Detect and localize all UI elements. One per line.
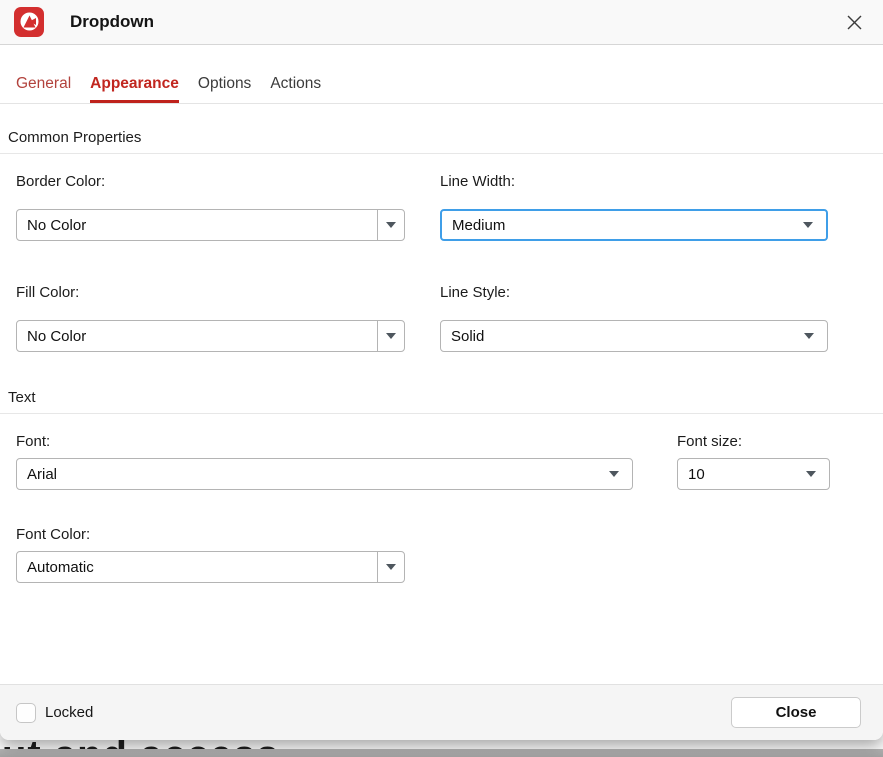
tab-appearance[interactable]: Appearance	[90, 75, 179, 103]
dialog-footer: Locked Close	[0, 684, 883, 740]
dropdown-properties-dialog: Dropdown General Appearance Options Acti…	[0, 0, 883, 740]
divider	[0, 153, 883, 154]
border-color-dropdown[interactable]: No Color	[16, 209, 405, 241]
chevron-down-icon	[804, 333, 827, 339]
font-label: Font:	[16, 433, 633, 450]
chevron-down-icon[interactable]	[377, 321, 404, 351]
fill-color-dropdown[interactable]: No Color	[16, 320, 405, 352]
close-button[interactable]: Close	[731, 697, 861, 728]
border-color-label: Border Color:	[16, 173, 405, 190]
font-color-dropdown[interactable]: Automatic	[16, 551, 405, 583]
chevron-down-icon[interactable]	[377, 552, 404, 582]
background-page-sliver: ut and access	[0, 739, 883, 757]
dialog-titlebar: Dropdown	[0, 0, 883, 45]
background-toolbar-strip	[0, 749, 883, 757]
font-color-label: Font Color:	[16, 526, 405, 543]
chevron-down-icon	[806, 471, 829, 477]
line-width-dropdown[interactable]: Medium	[440, 209, 828, 241]
tab-actions[interactable]: Actions	[270, 75, 321, 103]
close-icon[interactable]	[837, 5, 871, 39]
font-dropdown[interactable]: Arial	[16, 458, 633, 490]
fill-color-label: Fill Color:	[16, 284, 405, 301]
section-common-properties: Common Properties	[0, 129, 883, 146]
locked-checkbox[interactable]	[16, 703, 36, 723]
line-style-dropdown[interactable]: Solid	[440, 320, 828, 352]
chevron-down-icon[interactable]	[377, 210, 404, 240]
line-width-label: Line Width:	[440, 173, 828, 190]
line-style-label: Line Style:	[440, 284, 828, 301]
font-size-dropdown[interactable]: 10	[677, 458, 830, 490]
app-logo-icon	[14, 7, 44, 37]
chevron-down-icon	[803, 222, 826, 228]
locked-label: Locked	[45, 704, 93, 721]
section-text: Text	[0, 389, 883, 406]
tab-bar: General Appearance Options Actions	[0, 45, 883, 104]
chevron-down-icon	[609, 471, 632, 477]
tab-options[interactable]: Options	[198, 75, 251, 103]
tab-general[interactable]: General	[16, 75, 71, 103]
divider	[0, 413, 883, 414]
dialog-title: Dropdown	[70, 12, 154, 32]
font-size-label: Font size:	[677, 433, 830, 450]
